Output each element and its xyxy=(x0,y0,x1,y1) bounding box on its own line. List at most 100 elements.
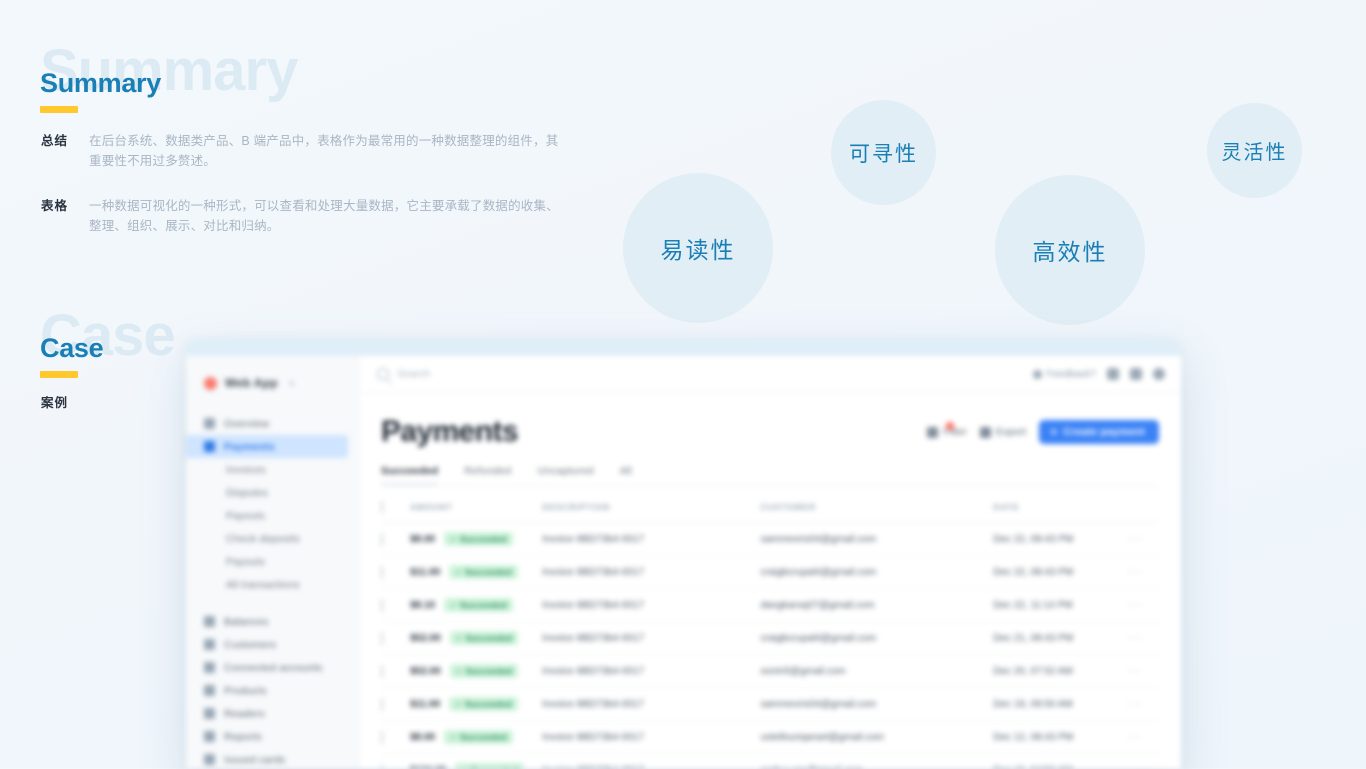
table-row[interactable]: $11.00 ✓ Succeeded Invoice 8BD73b4-0017 samm… xyxy=(381,687,1159,722)
table-row[interactable]: $52.00 ✓ Succeeded Invoice 8BD73b4-0017 soni… xyxy=(381,654,1159,689)
row-actions-cell[interactable]: ··· xyxy=(1127,522,1159,557)
tab-all[interactable]: All xyxy=(620,465,632,485)
sidebar-subitem-label: All transactions xyxy=(226,578,300,591)
checkbox-icon[interactable] xyxy=(381,565,383,579)
row-checkbox-cell[interactable] xyxy=(381,687,411,722)
column-header-date[interactable]: DATE xyxy=(993,490,1128,524)
gear-icon[interactable] xyxy=(1107,368,1119,381)
row-actions-cell[interactable]: ··· xyxy=(1127,654,1159,689)
summary-row: 总结 在后台系统、数据类产品、B 端产品中，表格作为最常用的一种数据整理的组件，… xyxy=(41,131,571,171)
row-actions-cell[interactable]: ··· xyxy=(1127,687,1159,722)
column-header-description[interactable]: DESCRIPTION xyxy=(542,490,761,524)
sidebar-item-label: Reports xyxy=(224,730,262,743)
table-row[interactable]: $8.00 ✓ Succeeded Invoice 8BD73b4-0017 samme… xyxy=(381,522,1159,557)
table-row[interactable]: $8.00 ✓ Succeeded Invoice 8BD73b4-0017 ustel… xyxy=(381,720,1159,755)
checkbox-icon[interactable] xyxy=(381,598,383,612)
feedback-link[interactable]: Feedback? xyxy=(1032,369,1096,380)
checkbox-icon[interactable] xyxy=(381,631,383,645)
table-row[interactable]: $8.10 ✓ Succeeded Invoice 8BD73b4-0017 dangk… xyxy=(381,588,1159,623)
row-checkbox-cell[interactable] xyxy=(381,522,411,557)
row-actions-cell[interactable]: ··· xyxy=(1127,588,1159,623)
help-icon[interactable] xyxy=(1130,368,1142,381)
sidebar-subitem-label: Payouts xyxy=(226,555,265,568)
sidebar-item-customers[interactable]: Customers xyxy=(186,633,358,656)
keyword-circle-linghuo: 灵活性 xyxy=(1207,103,1302,198)
checkbox-icon[interactable] xyxy=(381,763,383,769)
more-options-icon[interactable]: ··· xyxy=(1128,566,1142,578)
more-options-icon[interactable]: ··· xyxy=(1128,599,1142,611)
checkbox-icon[interactable] xyxy=(381,501,383,514)
tab-refunded[interactable]: Refunded xyxy=(464,465,511,485)
status-badge: ✓Succeeded xyxy=(444,532,513,547)
row-checkbox-cell[interactable] xyxy=(381,654,411,689)
sidebar-item-connected-accounts[interactable]: Connected accounts xyxy=(186,656,358,679)
sidebar-item-label: Products xyxy=(224,684,267,697)
sidebar-item-issued-cards[interactable]: Issued cards xyxy=(186,748,358,769)
table-header-row: AMOUNT DESCRIPTION CUSTOMER DATE xyxy=(381,490,1159,524)
cell-description: Invoice 8BD73b4-0017 xyxy=(542,687,761,722)
checkbox-icon[interactable] xyxy=(381,532,383,546)
sidebar-item-readers[interactable]: Readers xyxy=(186,702,358,725)
create-payment-button[interactable]: + Create payment xyxy=(1039,420,1159,445)
sidebar-subitem-disputes[interactable]: Disputes xyxy=(186,481,358,504)
table-row[interactable]: $52.00 ✓ Succeeded Invoice 8BD73b4-0017 crai… xyxy=(381,621,1159,656)
tab-succeeded[interactable]: Succeeded xyxy=(381,465,438,485)
cell-date: Dec 20, 07:52 AM xyxy=(993,654,1128,689)
avatar-icon[interactable] xyxy=(1153,368,1165,381)
status-label: Succeeded xyxy=(460,732,507,743)
summary-row-text: 在后台系统、数据类产品、B 端产品中，表格作为最常用的一种数据整理的组件，其重要… xyxy=(89,134,559,168)
table-body: $8.00 ✓ Succeeded Invoice 8BD73b4-0017 samme… xyxy=(381,522,1159,769)
more-options-icon[interactable]: ··· xyxy=(1128,764,1142,769)
row-checkbox-cell[interactable] xyxy=(381,555,411,590)
sidebar-item-reports[interactable]: Reports xyxy=(186,725,358,748)
row-checkbox-cell[interactable] xyxy=(381,753,411,769)
sidebar-subitem-payouts-2[interactable]: Payouts xyxy=(186,550,358,573)
export-button[interactable]: Export xyxy=(979,426,1026,438)
search-input[interactable]: Search xyxy=(397,368,430,380)
status-badge: ✓Succeeded xyxy=(455,763,524,769)
row-actions-cell[interactable]: ··· xyxy=(1127,621,1159,656)
more-options-icon[interactable]: ··· xyxy=(1128,665,1142,677)
row-checkbox-cell[interactable] xyxy=(381,720,411,755)
sidebar-item-label: Connected accounts xyxy=(224,661,323,674)
column-header-customer[interactable]: CUSTOMER xyxy=(760,490,994,524)
row-actions-cell[interactable]: ··· xyxy=(1127,555,1159,590)
more-options-icon[interactable]: ··· xyxy=(1128,731,1142,743)
column-header-amount[interactable]: AMOUNT xyxy=(410,490,543,524)
select-all-header[interactable] xyxy=(381,490,411,524)
sidebar-subitem-invoices[interactable]: Invoices xyxy=(186,458,358,481)
sidebar-item-products[interactable]: Products xyxy=(186,679,358,702)
row-actions-cell[interactable]: ··· xyxy=(1127,753,1159,769)
sidebar-item-balances[interactable]: Balances xyxy=(186,610,358,633)
amount-value: $8.00 xyxy=(410,533,436,545)
cell-date: Dec 19, 09:50 AM xyxy=(993,687,1128,722)
table-row[interactable]: $174.00 ✓Succeeded Invoice 8BD73b4-0017ron… xyxy=(381,753,1159,769)
sidebar-subitem-payouts[interactable]: Payouts xyxy=(186,504,358,527)
row-checkbox-cell[interactable] xyxy=(381,588,411,623)
sidebar-subitem-check-deposits[interactable]: Check deposits xyxy=(186,527,358,550)
search-box[interactable]: Search xyxy=(377,368,1025,381)
more-options-icon[interactable]: ··· xyxy=(1128,632,1142,644)
table-row[interactable]: $11.00 ✓ Succeeded Invoice 8BD73b4-0017 crai… xyxy=(381,555,1159,590)
app-brand[interactable]: Web App ▾ xyxy=(186,368,358,398)
amount-value: $174.00 xyxy=(410,765,446,769)
customers-icon xyxy=(204,639,215,650)
status-badge: ✓Succeeded xyxy=(444,730,513,745)
balance-icon xyxy=(204,616,215,627)
checkbox-icon[interactable] xyxy=(381,697,383,711)
more-options-icon[interactable]: ··· xyxy=(1128,533,1142,545)
sidebar-subitem-all-transactions[interactable]: All transactions xyxy=(186,573,358,596)
sidebar-item-payments[interactable]: Payments xyxy=(186,435,348,458)
sidebar-item-overview[interactable]: Overview xyxy=(186,412,358,435)
tab-uncaptured[interactable]: Uncaptured xyxy=(537,465,593,485)
filter-button[interactable]: Filter xyxy=(927,422,967,438)
row-actions-cell[interactable]: ··· xyxy=(1127,720,1159,755)
checkbox-icon[interactable] xyxy=(381,664,383,678)
page-actions: Filter Export + Create payment xyxy=(927,420,1159,445)
row-checkbox-cell[interactable] xyxy=(381,621,411,656)
export-icon xyxy=(979,426,991,438)
checkbox-icon[interactable] xyxy=(381,730,383,744)
more-options-icon[interactable]: ··· xyxy=(1128,698,1142,710)
cell-description: Invoice 8BD73b4-0017 xyxy=(542,522,761,557)
app-main: Search Feedback? Payments Filter Export … xyxy=(359,356,1181,769)
